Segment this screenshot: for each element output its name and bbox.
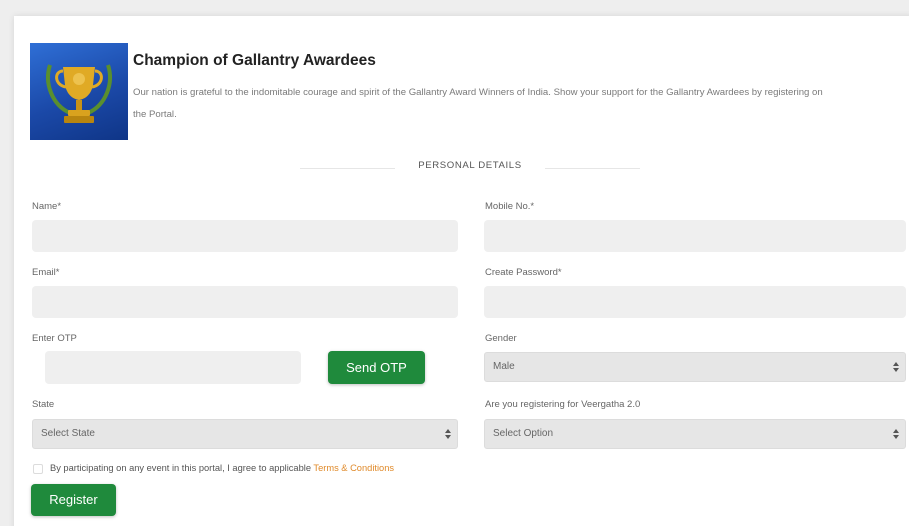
password-input[interactable] <box>484 286 906 318</box>
terms-checkbox[interactable] <box>33 464 43 474</box>
send-otp-button[interactable]: Send OTP <box>328 351 425 384</box>
otp-label: Enter OTP <box>32 333 77 344</box>
state-select-value: Select State <box>41 428 95 439</box>
select-arrows-icon <box>893 362 899 372</box>
name-input[interactable] <box>32 220 458 252</box>
otp-input[interactable] <box>45 351 301 384</box>
terms-statement: By participating on any event in this po… <box>50 463 311 473</box>
password-label: Create Password* <box>485 267 562 278</box>
name-label: Name* <box>32 201 62 212</box>
state-label: State <box>32 399 55 410</box>
section-heading-label: PERSONAL DETAILS <box>418 160 522 171</box>
divider <box>545 168 640 169</box>
trophy-icon <box>46 64 112 123</box>
section-heading: PERSONAL DETAILS <box>300 160 640 176</box>
page-description: Our nation is grateful to the indomitabl… <box>133 87 823 120</box>
email-input[interactable] <box>32 286 458 318</box>
page-title: Champion of Gallantry Awardees <box>133 52 376 69</box>
state-select[interactable]: Select State <box>32 419 458 449</box>
gallantry-logo <box>30 43 128 140</box>
select-arrows-icon <box>893 429 899 439</box>
register-button[interactable]: Register <box>31 484 116 516</box>
gender-select-value: Male <box>493 361 515 372</box>
divider <box>300 168 395 169</box>
email-label: Email* <box>32 267 60 278</box>
veergatha-select[interactable]: Select Option <box>484 419 906 449</box>
gender-select[interactable]: Male <box>484 352 906 382</box>
terms-link[interactable]: Terms & Conditions <box>313 463 394 473</box>
veergatha-select-value: Select Option <box>493 428 554 439</box>
veergatha-label: Are you registering for Veergatha 2.0 <box>485 399 641 410</box>
terms-text: By participating on any event in this po… <box>50 463 394 473</box>
mobile-input[interactable] <box>484 220 906 252</box>
select-arrows-icon <box>445 429 451 439</box>
gender-label: Gender <box>485 333 517 344</box>
mobile-label: Mobile No.* <box>485 201 535 212</box>
